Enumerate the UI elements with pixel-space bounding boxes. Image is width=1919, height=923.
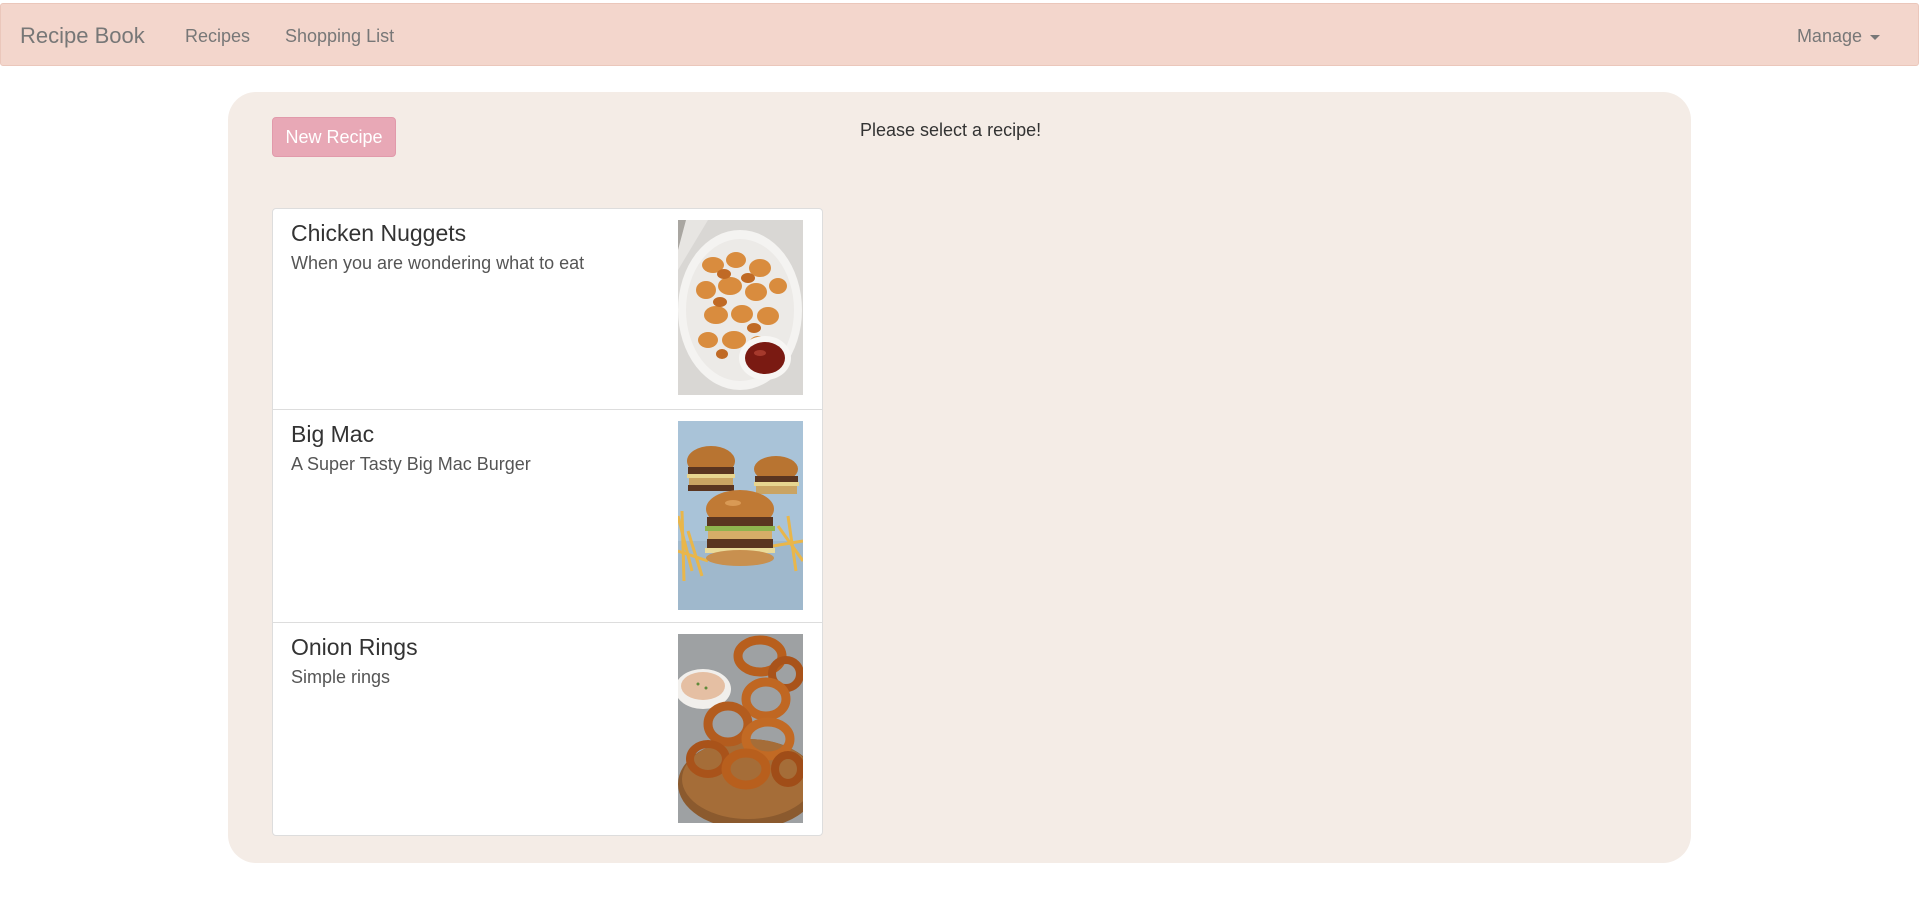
recipe-list: Chicken Nuggets When you are wondering w… bbox=[272, 208, 823, 836]
nav-link-recipes[interactable]: Recipes bbox=[185, 25, 250, 47]
select-recipe-message: Please select a recipe! bbox=[860, 120, 1042, 140]
recipe-description: When you are wondering what to eat bbox=[291, 253, 585, 273]
caret-down-icon bbox=[1870, 34, 1880, 40]
manage-dropdown[interactable]: Manage bbox=[1797, 25, 1880, 47]
nav-link-shopping-list[interactable]: Shopping List bbox=[285, 25, 394, 47]
chicken-nuggets-image bbox=[678, 220, 803, 395]
new-recipe-button[interactable]: New Recipe bbox=[272, 117, 396, 157]
recipe-name: Onion Rings bbox=[291, 634, 418, 660]
recipe-name: Big Mac bbox=[291, 421, 375, 447]
recipe-name: Chicken Nuggets bbox=[291, 220, 467, 246]
recipe-description: A Super Tasty Big Mac Burger bbox=[291, 454, 531, 474]
recipe-item-chicken-nuggets[interactable]: Chicken Nuggets When you are wondering w… bbox=[272, 208, 823, 410]
recipe-description: Simple rings bbox=[291, 667, 391, 687]
big-mac-image bbox=[678, 421, 803, 610]
brand-logo[interactable]: Recipe Book bbox=[20, 23, 145, 49]
recipe-item-big-mac[interactable]: Big Mac A Super Tasty Big Mac Burger bbox=[272, 409, 823, 623]
manage-label: Manage bbox=[1796, 26, 1862, 46]
recipes-panel: New Recipe Please select a recipe! Chick… bbox=[228, 92, 1691, 863]
recipe-item-onion-rings[interactable]: Onion Rings Simple rings bbox=[272, 622, 823, 836]
navbar: Recipe Book Recipes Shopping List Manage bbox=[0, 3, 1919, 66]
onion-rings-image bbox=[678, 634, 803, 823]
